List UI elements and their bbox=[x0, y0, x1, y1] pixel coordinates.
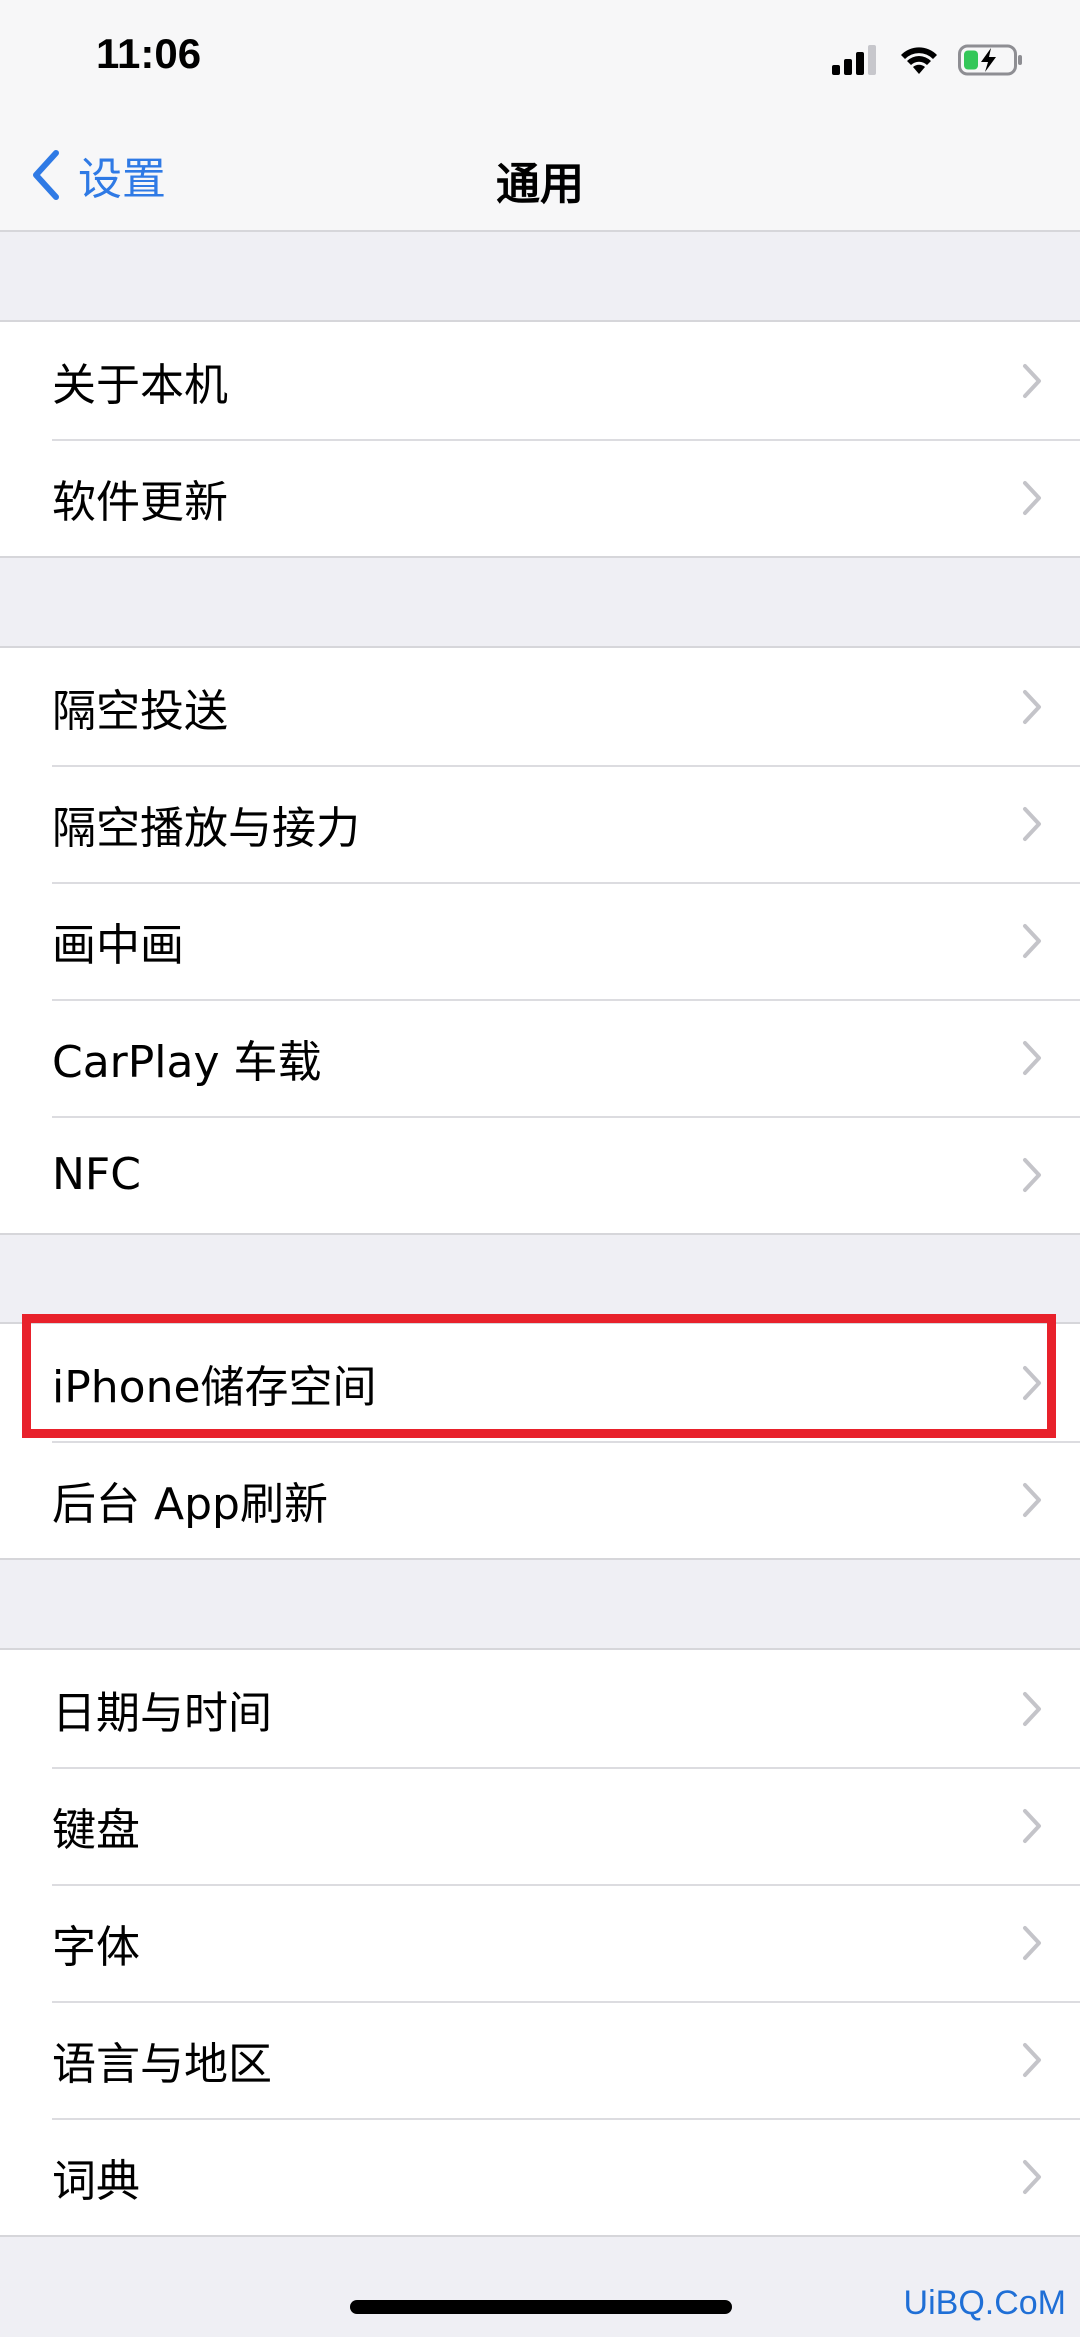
settings-item-software-update[interactable]: 软件更新 bbox=[0, 439, 1080, 556]
watermark: UiBQ.CoM bbox=[903, 2284, 1066, 2322]
chevron-right-icon bbox=[1023, 1041, 1041, 1075]
settings-item-carplay[interactable]: CarPlay 车载 bbox=[0, 999, 1080, 1116]
chevron-right-icon bbox=[1023, 481, 1041, 515]
settings-group-1: 关于本机 软件更新 bbox=[0, 320, 1080, 558]
settings-item-keyboard[interactable]: 键盘 bbox=[0, 1767, 1080, 1884]
settings-item-label: 字体 bbox=[52, 1921, 140, 1973]
chevron-right-icon bbox=[1023, 1158, 1041, 1192]
page-title: 通用 bbox=[496, 159, 584, 210]
settings-item-label: 后台 App刷新 bbox=[52, 1478, 328, 1530]
settings-item-label: 隔空投送 bbox=[52, 685, 228, 737]
settings-group-3: iPhone储存空间 后台 App刷新 bbox=[0, 1322, 1080, 1560]
home-indicator[interactable] bbox=[350, 2300, 732, 2314]
chevron-right-icon bbox=[1023, 690, 1041, 724]
settings-item-airdrop[interactable]: 隔空投送 bbox=[0, 648, 1080, 765]
settings-general-screen: 11:06 设置 通用 关于本机 软件更新 隔空投送 隔空播放与接力 画中画 C… bbox=[0, 0, 1080, 2337]
settings-item-label: iPhone储存空间 bbox=[52, 1361, 377, 1413]
chevron-right-icon bbox=[1023, 2043, 1041, 2077]
settings-item-label: 键盘 bbox=[52, 1804, 140, 1856]
settings-item-about[interactable]: 关于本机 bbox=[0, 322, 1080, 439]
settings-group-4: 日期与时间 键盘 字体 语言与地区 词典 bbox=[0, 1648, 1080, 2237]
settings-item-background-app-refresh[interactable]: 后台 App刷新 bbox=[0, 1441, 1080, 1558]
settings-item-date-time[interactable]: 日期与时间 bbox=[0, 1650, 1080, 1767]
battery-charging-icon bbox=[958, 44, 1022, 76]
status-time: 11:06 bbox=[96, 30, 202, 77]
settings-item-label: 画中画 bbox=[52, 919, 184, 971]
settings-item-label: 关于本机 bbox=[52, 359, 228, 411]
chevron-right-icon bbox=[1023, 924, 1041, 958]
wifi-icon bbox=[901, 47, 937, 74]
chevron-right-icon bbox=[1023, 807, 1041, 841]
settings-item-nfc[interactable]: NFC bbox=[0, 1116, 1080, 1233]
settings-item-language-region[interactable]: 语言与地区 bbox=[0, 2001, 1080, 2118]
settings-item-label: 语言与地区 bbox=[52, 2038, 272, 2090]
settings-item-label: NFC bbox=[52, 1149, 141, 1200]
settings-item-label: 隔空播放与接力 bbox=[52, 802, 360, 854]
chevron-right-icon bbox=[1023, 1809, 1041, 1843]
settings-item-label: CarPlay 车载 bbox=[52, 1036, 322, 1088]
chevron-right-icon bbox=[1023, 1692, 1041, 1726]
settings-item-iphone-storage[interactable]: iPhone储存空间 bbox=[0, 1324, 1080, 1441]
chevron-right-icon bbox=[1023, 1926, 1041, 1960]
settings-item-dictionary[interactable]: 词典 bbox=[0, 2118, 1080, 2235]
settings-item-fonts[interactable]: 字体 bbox=[0, 1884, 1080, 2001]
navigation-bar: 设置 通用 bbox=[0, 118, 1080, 232]
settings-item-airplay-handoff[interactable]: 隔空播放与接力 bbox=[0, 765, 1080, 882]
settings-item-label: 软件更新 bbox=[52, 476, 228, 528]
chevron-right-icon bbox=[1023, 2160, 1041, 2194]
status-bar: 11:06 bbox=[0, 0, 1080, 118]
settings-group-2: 隔空投送 隔空播放与接力 画中画 CarPlay 车载 NFC bbox=[0, 646, 1080, 1235]
chevron-right-icon bbox=[1023, 364, 1041, 398]
chevron-right-icon bbox=[1023, 1366, 1041, 1400]
settings-item-label: 词典 bbox=[52, 2155, 140, 2207]
settings-item-picture-in-picture[interactable]: 画中画 bbox=[0, 882, 1080, 999]
settings-item-label: 日期与时间 bbox=[52, 1687, 272, 1739]
signal-icon bbox=[832, 45, 876, 75]
status-icons bbox=[832, 40, 1024, 80]
chevron-right-icon bbox=[1023, 1483, 1041, 1517]
